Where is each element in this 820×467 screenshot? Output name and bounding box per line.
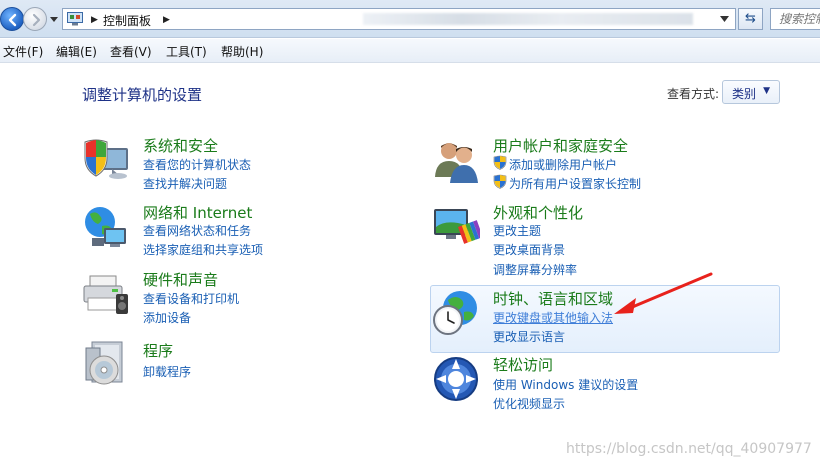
link-devices-printers[interactable]: 查看设备和打印机 <box>143 290 239 307</box>
control-panel-icon <box>67 12 83 26</box>
menu-help[interactable]: 帮助(H) <box>221 43 263 60</box>
view-by-label: 查看方式: <box>667 87 720 101</box>
menu-file[interactable]: 文件(F) <box>3 43 43 60</box>
search-input[interactable] <box>771 9 820 29</box>
chevron-down-icon: ▼ <box>763 86 770 96</box>
link-add-device[interactable]: 添加设备 <box>143 309 191 326</box>
menu-edit[interactable]: 编辑(E) <box>56 43 97 60</box>
link-network-status[interactable]: 查看网络状态和任务 <box>143 222 251 239</box>
link-parental-controls[interactable]: 为所有用户设置家长控制 <box>509 175 641 192</box>
blurred-region <box>363 13 693 25</box>
category-programs[interactable]: 程序 <box>143 340 173 361</box>
history-dropdown-icon[interactable] <box>50 15 58 23</box>
category-appearance[interactable]: 外观和个性化 <box>493 202 583 223</box>
watermark: https://blog.csdn.net/qq_40907977 <box>566 441 812 457</box>
refresh-icon: ⇆ <box>745 11 756 26</box>
link-change-theme[interactable]: 更改主题 <box>493 222 541 239</box>
back-arrow-icon <box>8 13 17 27</box>
category-user-accounts[interactable]: 用户帐户和家庭安全 <box>493 135 628 156</box>
network-globe-icon[interactable] <box>82 204 130 252</box>
link-screen-resolution[interactable]: 调整屏幕分辨率 <box>493 261 577 278</box>
forward-arrow-icon <box>32 13 41 27</box>
back-button[interactable] <box>0 7 24 31</box>
category-ease-of-access[interactable]: 轻松访问 <box>493 354 553 375</box>
category-network-internet[interactable]: 网络和 Internet <box>143 202 252 223</box>
users-icon[interactable] <box>432 137 480 185</box>
link-view-computer-status[interactable]: 查看您的计算机状态 <box>143 156 251 173</box>
view-by-value: 类别 <box>732 87 757 101</box>
ease-of-access-icon[interactable] <box>432 355 480 403</box>
page-title: 调整计算机的设置 <box>82 86 203 104</box>
printer-icon[interactable] <box>82 270 130 318</box>
breadcrumb-separator-icon[interactable]: ▶ <box>91 15 98 25</box>
menu-tools[interactable]: 工具(T) <box>166 43 207 60</box>
uac-shield-icon <box>493 174 507 189</box>
monitor-palette-icon[interactable] <box>432 205 480 253</box>
link-homegroup-sharing[interactable]: 选择家庭组和共享选项 <box>143 241 263 258</box>
link-optimize-video[interactable]: 优化视频显示 <box>493 395 565 412</box>
link-add-remove-accounts[interactable]: 添加或删除用户帐户 <box>509 156 617 173</box>
forward-button[interactable] <box>23 7 47 31</box>
breadcrumb-control-panel[interactable]: 控制面板 <box>103 12 151 29</box>
link-uninstall-program[interactable]: 卸载程序 <box>143 363 191 380</box>
address-field[interactable]: ▶ 控制面板 ▶ <box>62 8 736 30</box>
annotation-arrow-icon <box>614 272 713 314</box>
category-hardware-sound[interactable]: 硬件和声音 <box>143 269 218 290</box>
search-box[interactable] <box>770 8 820 30</box>
link-find-fix-problems[interactable]: 查找并解决问题 <box>143 175 227 192</box>
programs-disc-icon[interactable] <box>82 340 130 388</box>
link-change-display-language[interactable]: 更改显示语言 <box>493 328 565 345</box>
category-clock-language-region[interactable]: 时钟、语言和区域 <box>493 288 613 309</box>
uac-shield-icon <box>493 155 507 170</box>
shield-monitor-icon[interactable] <box>82 136 130 184</box>
menu-bar: 文件(F) 编辑(E) 查看(V) 工具(T) 帮助(H) <box>0 39 820 63</box>
link-desktop-background[interactable]: 更改桌面背景 <box>493 241 565 258</box>
clock-globe-icon[interactable] <box>432 288 480 336</box>
link-windows-recommended[interactable]: 使用 Windows 建议的设置 <box>493 376 638 393</box>
breadcrumb-separator-icon[interactable]: ▶ <box>163 15 170 25</box>
link-change-keyboard-input[interactable]: 更改键盘或其他输入法 <box>493 309 613 326</box>
view-by-select[interactable]: 类别 ▼ <box>722 80 780 104</box>
category-system-security[interactable]: 系统和安全 <box>143 135 218 156</box>
address-toolbar: ▶ 控制面板 ▶ ⇆ <box>0 0 820 38</box>
refresh-button[interactable]: ⇆ <box>738 8 763 30</box>
address-dropdown-icon[interactable] <box>720 15 729 23</box>
menu-view[interactable]: 查看(V) <box>110 43 152 60</box>
